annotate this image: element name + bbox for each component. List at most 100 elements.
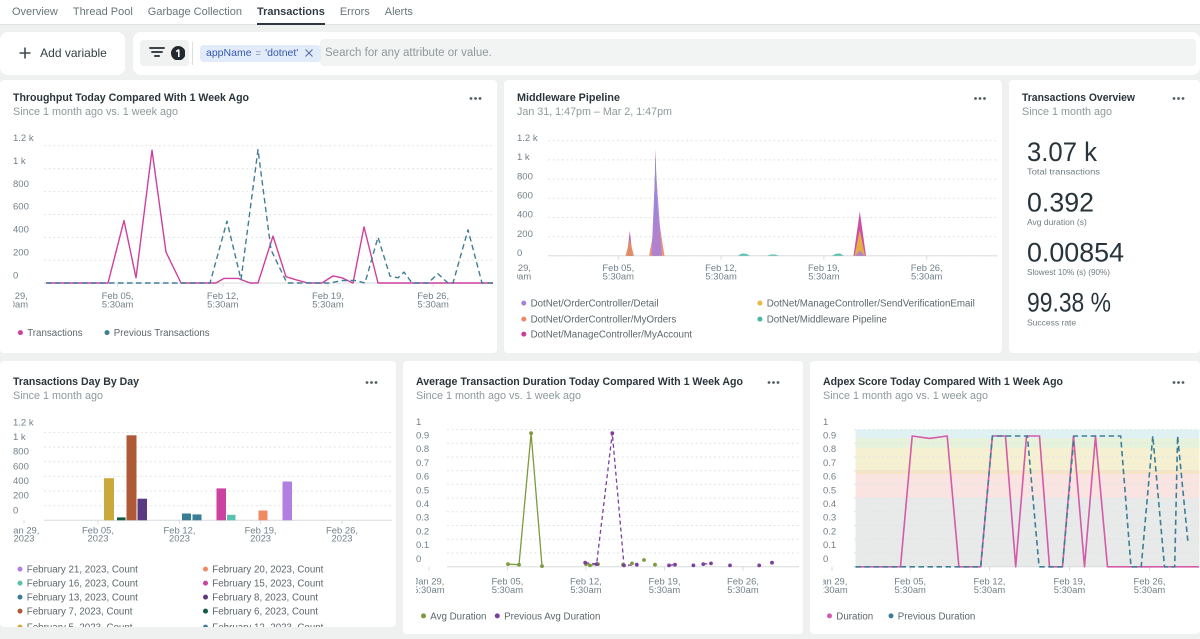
svg-text:0.5: 0.5 <box>416 485 429 496</box>
svg-text:5:30am: 5:30am <box>705 271 736 282</box>
svg-text:5:30am: 5:30am <box>207 299 238 310</box>
svg-text:5:30am: 5:30am <box>727 585 758 596</box>
svg-text:5:30am: 5:30am <box>413 585 444 596</box>
svg-text:0: 0 <box>13 505 18 516</box>
svg-text:5:30am: 5:30am <box>649 585 680 596</box>
svg-text:400: 400 <box>13 476 29 487</box>
svg-text:5:30am: 5:30am <box>895 585 926 596</box>
svg-text:Since 1 month ago vs. 1 week a: Since 1 month ago vs. 1 week ago <box>416 390 581 402</box>
svg-text:800: 800 <box>13 447 29 458</box>
svg-text:200: 200 <box>13 491 29 502</box>
svg-text:200: 200 <box>517 229 533 240</box>
svg-text:February 13, 2023, Count: February 13, 2023, Count <box>27 593 138 604</box>
svg-text:Middleware Pipeline: Middleware Pipeline <box>517 92 620 104</box>
svg-text:5:30am: 5:30am <box>102 299 133 310</box>
svg-text:0.2: 0.2 <box>823 526 836 537</box>
svg-text:0: 0 <box>13 270 18 281</box>
svg-text:February 8, 2023, Count: February 8, 2023, Count <box>212 593 318 604</box>
svg-text:0.8: 0.8 <box>416 444 429 455</box>
svg-text:2023: 2023 <box>14 534 35 545</box>
svg-text:1: 1 <box>416 417 421 428</box>
svg-text:1 k: 1 k <box>13 156 26 167</box>
svg-text:0.3: 0.3 <box>823 513 836 524</box>
svg-text:Total transactions: Total transactions <box>1027 167 1100 177</box>
svg-text:February 21, 2023, Count: February 21, 2023, Count <box>27 565 138 576</box>
svg-text:5:30am: 5:30am <box>808 271 839 282</box>
svg-text:0.5: 0.5 <box>823 485 836 496</box>
svg-text:600: 600 <box>517 191 533 202</box>
svg-text:DotNet/ManageController/MyAcco: DotNet/ManageController/MyAccount <box>531 330 693 341</box>
svg-text:0: 0 <box>517 248 522 259</box>
svg-text:Transactions: Transactions <box>27 328 82 339</box>
svg-text:0.1: 0.1 <box>823 540 836 551</box>
svg-text:February 12, 2023, Count: February 12, 2023, Count <box>212 623 323 628</box>
svg-text:99.38 %: 99.38 % <box>1027 288 1111 318</box>
svg-text:February 6, 2023, Count: February 6, 2023, Count <box>212 607 318 618</box>
svg-text:February 7, 2023, Count: February 7, 2023, Count <box>27 607 133 618</box>
svg-text:Since 1 month ago vs. 1 week a: Since 1 month ago vs. 1 week ago <box>13 106 178 118</box>
svg-text:Slowest 10% (s) (90%): Slowest 10% (s) (90%) <box>1027 267 1110 277</box>
svg-text:DotNet/Middleware Pipeline: DotNet/Middleware Pipeline <box>767 315 888 326</box>
svg-text:0.2: 0.2 <box>416 526 429 537</box>
svg-text:0.7: 0.7 <box>416 458 429 469</box>
svg-text:Transactions Day By Day: Transactions Day By Day <box>13 376 140 388</box>
svg-text:Avg duration (s): Avg duration (s) <box>1027 217 1087 227</box>
svg-text:5:30am: 5:30am <box>1134 585 1165 596</box>
svg-text:1 k: 1 k <box>13 432 26 443</box>
svg-text:0.8: 0.8 <box>823 444 836 455</box>
svg-text:DotNet/ManageController/SendVe: DotNet/ManageController/SendVerification… <box>767 299 975 310</box>
svg-text:Since 1 month ago: Since 1 month ago <box>13 390 103 402</box>
svg-text:DotNet/OrderController/Detail: DotNet/OrderController/Detail <box>531 299 659 310</box>
svg-text:DotNet/OrderController/MyOrder: DotNet/OrderController/MyOrders <box>531 315 677 326</box>
svg-text:0: 0 <box>416 554 421 565</box>
svg-text:1 k: 1 k <box>517 152 530 163</box>
svg-text:Transactions Overview: Transactions Overview <box>1022 92 1135 104</box>
svg-text:February 16, 2023, Count: February 16, 2023, Count <box>27 579 138 590</box>
svg-text:Previous Duration: Previous Duration <box>898 611 976 622</box>
svg-text:0.1: 0.1 <box>416 540 429 551</box>
svg-text:400: 400 <box>13 225 29 236</box>
svg-text:3.07 k: 3.07 k <box>1027 137 1098 167</box>
svg-text:200: 200 <box>13 248 29 259</box>
svg-text:2023: 2023 <box>88 534 109 545</box>
svg-text:0.4: 0.4 <box>416 499 429 510</box>
svg-text:Since 1 month ago: Since 1 month ago <box>1022 106 1112 118</box>
svg-text:0.6: 0.6 <box>823 472 836 483</box>
svg-text:February 15, 2023, Count: February 15, 2023, Count <box>212 579 323 590</box>
svg-text:5:30am: 5:30am <box>570 585 601 596</box>
svg-text:800: 800 <box>517 171 533 182</box>
svg-text:600: 600 <box>13 202 29 213</box>
svg-text:400: 400 <box>517 210 533 221</box>
svg-text:5:30am: 5:30am <box>974 585 1005 596</box>
svg-text:0.9: 0.9 <box>823 431 836 442</box>
svg-text:0.4: 0.4 <box>823 499 836 510</box>
svg-text:1.2 k: 1.2 k <box>13 417 34 428</box>
svg-text:600: 600 <box>13 461 29 472</box>
svg-text:0.3: 0.3 <box>416 513 429 524</box>
svg-text:Since 1 month ago vs. 1 week a: Since 1 month ago vs. 1 week ago <box>823 390 988 402</box>
svg-text:Previous Avg Duration: Previous Avg Duration <box>504 611 600 622</box>
svg-text:Duration: Duration <box>836 611 873 622</box>
svg-text:Avg Duration: Avg Duration <box>430 611 486 622</box>
svg-text:5:30am: 5:30am <box>603 271 634 282</box>
svg-text:1.2 k: 1.2 k <box>517 133 538 144</box>
svg-text:5:30am: 5:30am <box>492 585 523 596</box>
svg-text:5:30am: 5:30am <box>816 585 847 596</box>
svg-text:5:30am: 5:30am <box>911 271 942 282</box>
svg-text:0.9: 0.9 <box>416 431 429 442</box>
svg-text:0: 0 <box>823 554 828 565</box>
svg-text:Previous Transactions: Previous Transactions <box>114 328 210 339</box>
svg-text:Jan 31, 1:47pm – Mar 2, 1:47pm: Jan 31, 1:47pm – Mar 2, 1:47pm <box>517 106 672 118</box>
svg-text:5:30am: 5:30am <box>0 299 28 310</box>
svg-text:February 5, 2023, Count: February 5, 2023, Count <box>27 623 133 628</box>
svg-text:1.2 k: 1.2 k <box>13 133 34 144</box>
svg-text:February 20, 2023, Count: February 20, 2023, Count <box>212 565 323 576</box>
svg-text:Throughput Today Compared With: Throughput Today Compared With 1 Week Ag… <box>13 92 249 104</box>
svg-text:5:30am: 5:30am <box>312 299 343 310</box>
svg-text:2023: 2023 <box>250 534 271 545</box>
svg-text:5:30am: 5:30am <box>504 271 531 282</box>
svg-text:0.392: 0.392 <box>1027 187 1094 217</box>
svg-text:5:30am: 5:30am <box>1054 585 1085 596</box>
svg-text:1: 1 <box>823 417 828 428</box>
svg-text:0.6: 0.6 <box>416 472 429 483</box>
